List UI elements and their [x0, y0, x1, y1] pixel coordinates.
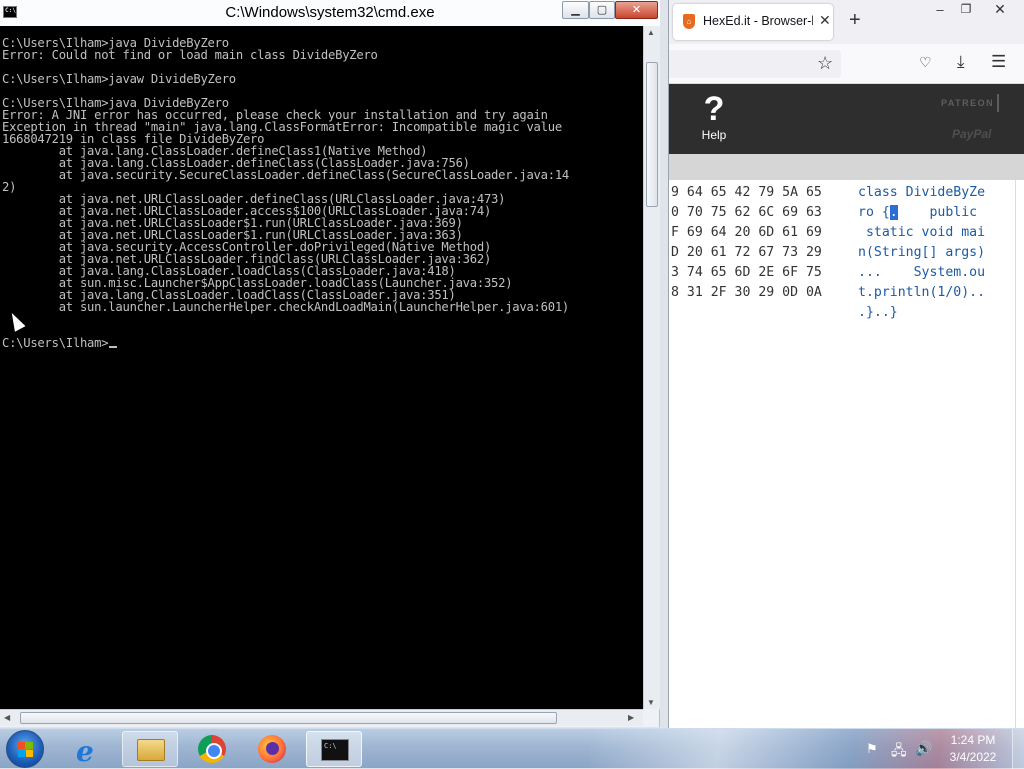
hex-subbar — [669, 154, 1024, 180]
star-icon[interactable]: ☆ — [817, 53, 833, 74]
console-prompt[interactable]: C:\Users\Ilham> — [2, 337, 643, 349]
help-label[interactable]: Help — [694, 128, 734, 142]
internet-explorer-icon: e — [76, 735, 94, 768]
browser-restore-button[interactable]: ❐ — [953, 2, 979, 20]
scroll-left-icon[interactable]: ◀ — [4, 713, 10, 722]
action-center-flag-icon[interactable]: ⚑ — [866, 741, 878, 757]
firefox-icon — [258, 735, 286, 763]
taskbar-chrome[interactable] — [184, 731, 240, 767]
volume-icon[interactable]: 🔊 — [915, 740, 932, 757]
hexed-toolbar: ? Help PATREON PayPal — [669, 84, 1024, 154]
taskbar: e C:\ ⚑ 🖧 🔊 1:24 PM 3/4/2022 — [0, 728, 1024, 769]
url-bar[interactable] — [669, 50, 841, 78]
console-horizontal-scrollbar[interactable]: ◀ ▶ — [0, 709, 643, 726]
patreon-link[interactable]: PATREON — [941, 98, 994, 108]
hex-row[interactable]: F 69 64 20 6D 61 69 — [671, 223, 822, 243]
selected-byte[interactable]: . — [889, 205, 898, 220]
pocket-icon[interactable]: ♡ — [919, 54, 932, 71]
ascii-row-text: ro { — [858, 205, 890, 220]
console-line: at sun.launcher.LauncherHelper.checkAndL… — [2, 300, 570, 314]
hex-divider — [1015, 180, 1016, 728]
taskbar-internet-explorer[interactable]: e — [62, 731, 118, 768]
help-icon[interactable]: ? — [699, 90, 729, 129]
browser-window: ⌂ HexEd.it - Browser-based ✕ + – ❐ ✕ ☆ ♡… — [668, 0, 1024, 728]
hex-editor-area[interactable]: 9 64 65 42 79 5A 65 0 70 75 62 6C 69 63 F … — [669, 180, 1024, 728]
vertical-scroll-thumb[interactable] — [646, 62, 658, 207]
hexed-favicon-icon: ⌂ — [683, 14, 695, 29]
navigation-bar: ☆ ♡ ⤓ ☰ — [669, 44, 1024, 84]
ascii-row[interactable]: class DivideByZe — [858, 183, 985, 203]
hex-bytes-column[interactable]: 9 64 65 42 79 5A 65 0 70 75 62 6C 69 63 F … — [671, 183, 822, 303]
browser-minimize-button[interactable]: – — [927, 2, 953, 20]
tab-title: HexEd.it - Browser-based — [703, 14, 813, 28]
console-line: at java.security.SecureClassLoader.defin… — [2, 168, 570, 182]
hex-row[interactable]: 0 70 75 62 6C 69 63 — [671, 203, 822, 223]
cmd-window: C:\ C:\Windows\system32\cmd.exe ▁ ▢ ✕ C:… — [0, 0, 660, 727]
tab-strip: ⌂ HexEd.it - Browser-based ✕ + – ❐ ✕ — [669, 0, 1024, 44]
hex-row[interactable]: 3 74 65 6D 2E 6F 75 — [671, 263, 822, 283]
console-output[interactable]: C:\Users\Ilham>java DivideByZero Error: C… — [0, 26, 643, 709]
console-vertical-scrollbar[interactable]: ▲ ▼ — [643, 26, 660, 709]
cmd-maximize-button[interactable]: ▢ — [589, 1, 615, 19]
ascii-row[interactable]: ro {. public — [858, 203, 985, 223]
ascii-row[interactable]: t.println(1/0).. — [858, 283, 985, 303]
horizontal-scroll-thumb[interactable] — [20, 712, 557, 724]
taskbar-cmd[interactable]: C:\ — [306, 731, 362, 767]
chrome-icon — [198, 735, 226, 763]
console-text: C:\Users\Ilham>java DivideByZero Error: C… — [0, 26, 643, 349]
start-button[interactable] — [6, 730, 44, 768]
show-desktop-button[interactable] — [1012, 729, 1024, 769]
network-icon[interactable]: 🖧 — [891, 740, 907, 764]
ascii-column[interactable]: class DivideByZe ro {. public static void… — [858, 183, 985, 323]
command-prompt-icon: C:\ — [321, 739, 349, 761]
new-tab-icon[interactable]: + — [849, 9, 861, 32]
cmd-close-button[interactable]: ✕ — [615, 1, 658, 19]
tab-hexed[interactable]: ⌂ HexEd.it - Browser-based ✕ — [673, 4, 833, 40]
ascii-row[interactable]: static void mai — [858, 223, 985, 243]
cmd-titlebar[interactable]: C:\ C:\Windows\system32\cmd.exe ▁ ▢ ✕ — [0, 0, 660, 26]
hamburger-menu-icon[interactable]: ☰ — [991, 52, 1006, 72]
scroll-up-icon[interactable]: ▲ — [647, 28, 655, 37]
browser-close-button[interactable]: ✕ — [985, 1, 1015, 19]
ascii-row-text: public — [897, 205, 978, 220]
clock-time[interactable]: 1:24 PM — [940, 733, 1006, 747]
hex-row[interactable]: 8 31 2F 30 29 0D 0A — [671, 283, 822, 303]
hex-row[interactable]: D 20 61 72 67 73 29 — [671, 243, 822, 263]
download-icon[interactable]: ⤓ — [957, 52, 965, 72]
cmd-minimize-button[interactable]: ▁ — [562, 1, 589, 19]
ascii-row[interactable]: .}..} — [858, 303, 985, 323]
paypal-link[interactable]: PayPal — [952, 127, 991, 141]
ascii-row[interactable]: n(String[] args) — [858, 243, 985, 263]
console-line: C:\Users\Ilham>javaw DivideByZero — [2, 72, 236, 86]
patreon-logo-bar — [997, 94, 999, 112]
ascii-row[interactable]: ... System.ou — [858, 263, 985, 283]
console-line: Error: Could not find or load main class… — [2, 48, 378, 62]
scroll-right-icon[interactable]: ▶ — [628, 713, 634, 722]
tab-close-icon[interactable]: ✕ — [819, 12, 831, 29]
cmd-window-title: C:\Windows\system32\cmd.exe — [225, 4, 435, 21]
scroll-down-icon[interactable]: ▼ — [647, 698, 655, 707]
hex-row[interactable]: 9 64 65 42 79 5A 65 — [671, 183, 822, 203]
windows-logo-icon — [18, 742, 34, 758]
folder-icon — [137, 739, 165, 761]
clock-date[interactable]: 3/4/2022 — [940, 750, 1006, 764]
taskbar-firefox[interactable] — [244, 731, 300, 767]
taskbar-file-explorer[interactable] — [122, 731, 178, 767]
